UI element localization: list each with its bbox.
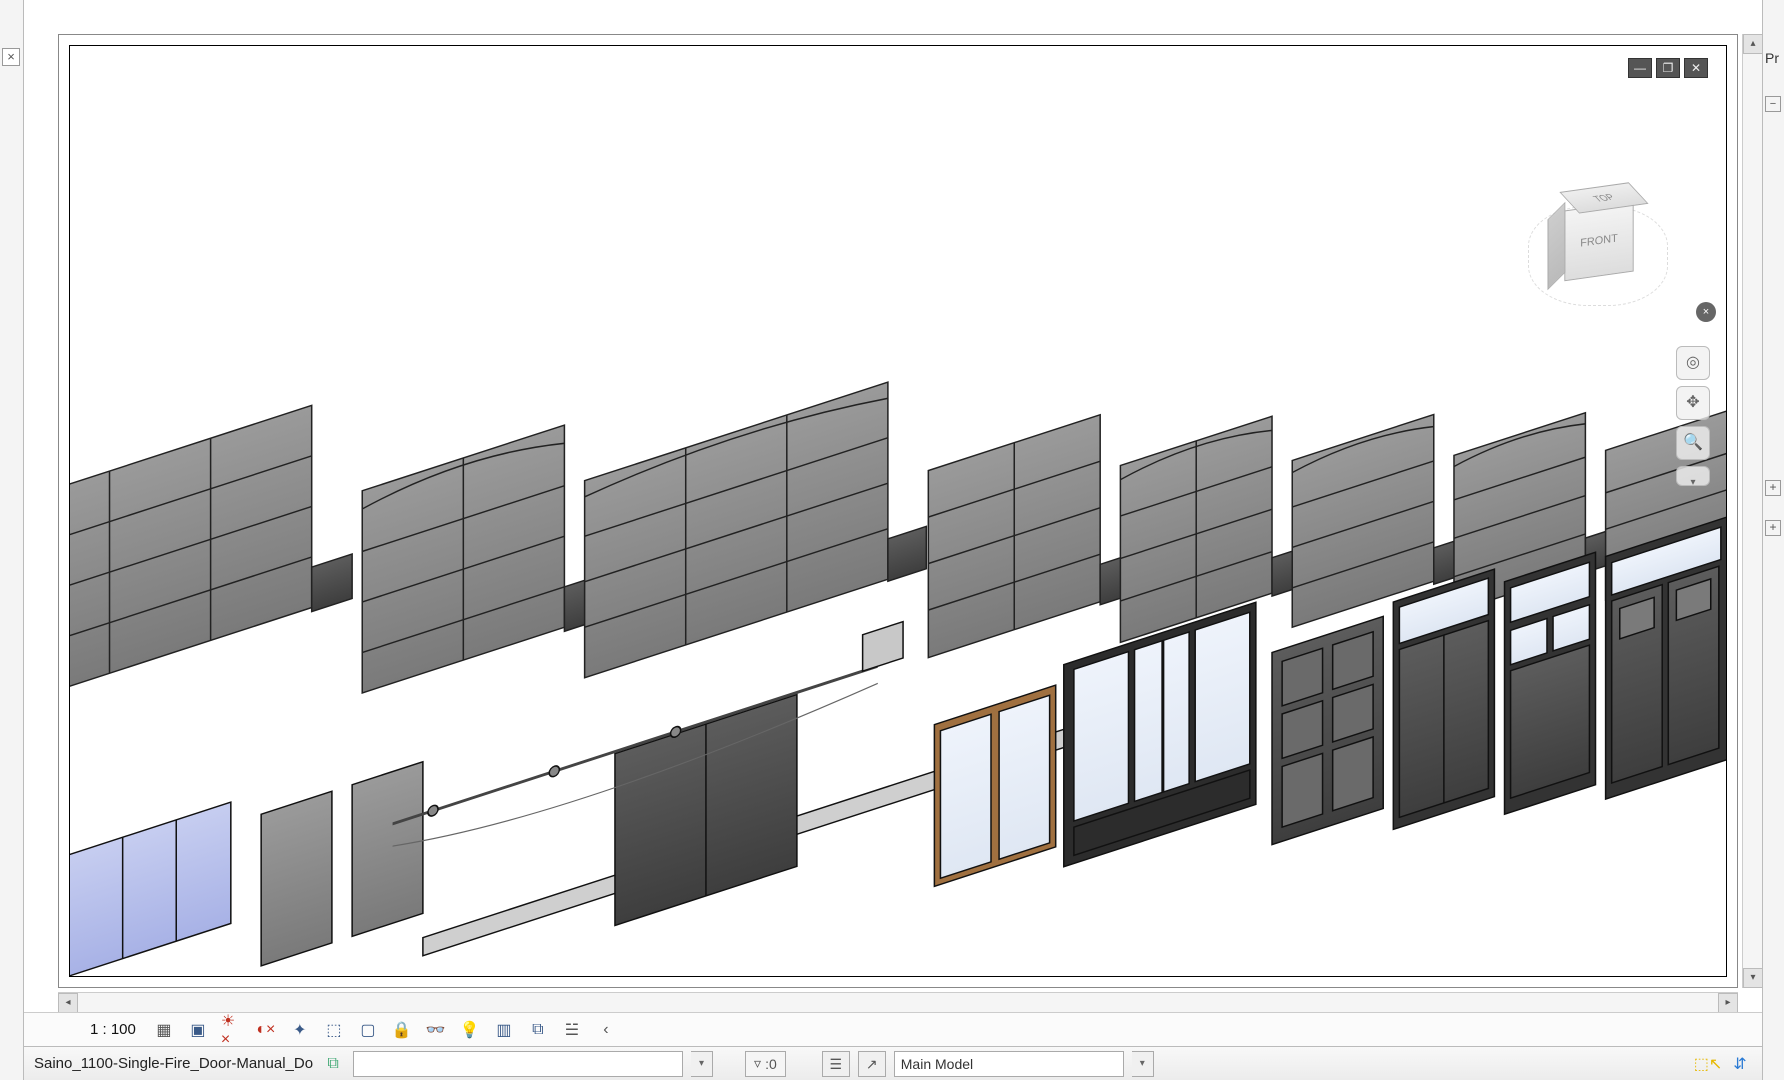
view-back-arrow-icon[interactable]: ‹ [594, 1018, 618, 1042]
viewcube-top-face[interactable]: TOP [1559, 182, 1648, 213]
worksets-icon[interactable]: ↗ [858, 1051, 886, 1077]
scroll-h-track[interactable] [78, 993, 1718, 1012]
properties-tab-label[interactable]: Pr [1765, 50, 1779, 66]
editable-only-icon[interactable]: ☰ [822, 1051, 850, 1077]
selection-count[interactable]: ▿ :0 [745, 1051, 786, 1077]
design-options-select[interactable]: Main Model [894, 1051, 1124, 1077]
horizontal-scrollbar[interactable]: ◂ ▸ [58, 992, 1738, 1012]
scroll-v-track[interactable] [1743, 54, 1762, 968]
scroll-down-icon[interactable]: ▾ [1743, 968, 1763, 988]
crop-view-icon[interactable]: ⬚ [322, 1018, 346, 1042]
select-links-icon[interactable]: ⬚↖ [1696, 1052, 1720, 1076]
navbar-close-badge[interactable]: × [1696, 302, 1716, 322]
select-pinned-icon[interactable]: ⇵ [1728, 1052, 1752, 1076]
view-maximize-button[interactable]: ❐ [1656, 58, 1680, 78]
detail-level-icon[interactable]: ▦ [152, 1018, 176, 1042]
status-bar: Saino_1100-Single-Fire_Door-Manual_Do ⧉ … [24, 1046, 1762, 1080]
navigation-bar: × ◎ ✥ 🔍 ▾ [1674, 346, 1712, 486]
view-control-bar: 1 : 100 ▦ ▣ ☀× ◐× ✦ ⬚ ▢ 🔒 👓 💡 ▥ ⧉ ☱ ‹ [24, 1012, 1762, 1046]
viewport-frame: — ❐ ✕ TOP FRONT × ◎ [58, 34, 1738, 988]
worksharing-display-icon[interactable]: ▥ [492, 1018, 516, 1042]
properties-panel-collapsed: Pr − + + [1762, 0, 1784, 1080]
design-options-dropdown-icon[interactable]: ▾ [1132, 1051, 1154, 1077]
status-family-icon[interactable]: ⧉ [321, 1052, 345, 1076]
design-options-value: Main Model [901, 1056, 973, 1072]
panel-expand-icon-2[interactable]: + [1765, 520, 1781, 536]
view-close-button[interactable]: ✕ [1684, 58, 1708, 78]
viewport-canvas-3d[interactable]: — ❐ ✕ TOP FRONT × ◎ [69, 45, 1727, 977]
analytical-model-icon[interactable]: ⧉ [526, 1018, 550, 1042]
show-crop-icon[interactable]: ▢ [356, 1018, 380, 1042]
zoom-icon[interactable]: 🔍 [1676, 426, 1710, 460]
shadows-off-icon[interactable]: ◐× [254, 1018, 278, 1042]
visual-style-icon[interactable]: ▣ [186, 1018, 210, 1042]
scroll-right-icon[interactable]: ▸ [1718, 993, 1738, 1013]
reveal-hidden-icon[interactable]: 💡 [458, 1018, 482, 1042]
viewcube[interactable]: TOP FRONT [1518, 186, 1678, 316]
panel-expand-icon-1[interactable]: + [1765, 480, 1781, 496]
panel-collapse-icon[interactable]: − [1765, 96, 1781, 112]
left-gutter: × [0, 0, 24, 1080]
type-selector-input[interactable] [353, 1051, 683, 1077]
type-selector-dropdown-icon[interactable]: ▾ [691, 1051, 713, 1077]
view-minimize-button[interactable]: — [1628, 58, 1652, 78]
steering-wheel-icon[interactable]: ◎ [1676, 346, 1710, 380]
viewcube-front-face[interactable]: FRONT [1580, 232, 1618, 249]
main-area: — ❐ ✕ TOP FRONT × ◎ [24, 0, 1762, 1080]
sun-path-off-icon[interactable]: ☀× [220, 1018, 244, 1042]
status-family-name: Saino_1100-Single-Fire_Door-Manual_Do [34, 1055, 313, 1072]
view-scale[interactable]: 1 : 100 [84, 1021, 142, 1038]
temp-hide-icon[interactable]: 👓 [424, 1018, 448, 1042]
navbar-dropdown-icon[interactable]: ▾ [1676, 466, 1710, 486]
scroll-up-icon[interactable]: ▴ [1743, 34, 1763, 54]
selection-count-value: :0 [765, 1056, 777, 1072]
reveal-constraints-icon[interactable]: ☱ [560, 1018, 584, 1042]
lock-view-icon[interactable]: 🔒 [390, 1018, 414, 1042]
rendering-dialog-icon[interactable]: ✦ [288, 1018, 312, 1042]
view-window-controls: — ❐ ✕ [1628, 58, 1708, 78]
filter-icon: ▿ [754, 1055, 761, 1072]
vertical-scrollbar[interactable]: ▴ ▾ [1742, 34, 1762, 988]
scroll-left-icon[interactable]: ◂ [58, 993, 78, 1013]
pan-icon[interactable]: ✥ [1676, 386, 1710, 420]
close-panel-button[interactable]: × [2, 48, 20, 66]
